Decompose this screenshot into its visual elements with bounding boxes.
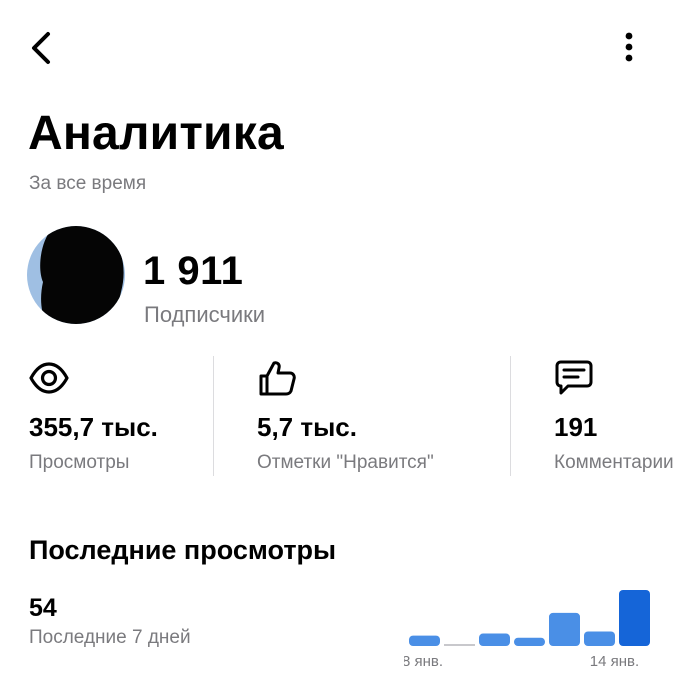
recent-views-value: 54 xyxy=(29,594,57,622)
chart-bar xyxy=(619,590,650,646)
chart-tick-label: 8 янв. xyxy=(404,653,443,670)
stat-divider xyxy=(510,356,511,476)
comments-label: Комментарии xyxy=(554,452,674,473)
likes-label: Отметки "Нравится" xyxy=(257,452,434,473)
views-label: Просмотры xyxy=(29,452,130,473)
vertical-dots-icon xyxy=(625,32,633,62)
chart-bar xyxy=(549,612,580,646)
likes-stat[interactable]: 5,7 тыс. Отметки "Нравится" xyxy=(257,356,507,478)
thumbs-up-icon xyxy=(259,361,296,396)
eye-icon xyxy=(29,362,69,394)
recent-views-title: Последние просмотры xyxy=(29,535,337,565)
comments-stat[interactable]: 191 Комментарии xyxy=(554,356,678,478)
subscribers-count: 1 911 xyxy=(143,249,244,293)
avatar[interactable] xyxy=(27,226,125,324)
chart-bar xyxy=(514,637,545,646)
chart-bar xyxy=(584,631,615,646)
top-bar xyxy=(0,0,678,96)
stat-divider xyxy=(213,356,214,476)
more-options-button[interactable] xyxy=(606,26,654,70)
views-value: 355,7 тыс. xyxy=(29,412,158,442)
comments-value: 191 xyxy=(554,412,598,442)
period-label: За все время xyxy=(29,173,147,194)
recent-views-chart[interactable]: 8 янв. 14 янв. xyxy=(404,580,654,675)
page-title: Аналитика xyxy=(28,107,284,160)
chart-bar xyxy=(409,635,440,646)
chart-bar xyxy=(479,633,510,646)
likes-value: 5,7 тыс. xyxy=(257,412,357,442)
chart-tick-label: 14 янв. xyxy=(590,653,639,670)
chevron-left-icon xyxy=(32,32,50,64)
recent-views-period: Последние 7 дней xyxy=(29,627,191,648)
subscribers-label: Подписчики xyxy=(144,302,266,327)
views-stat[interactable]: 355,7 тыс. Просмотры xyxy=(29,356,209,478)
comment-icon xyxy=(555,360,593,395)
chart-bar xyxy=(444,644,475,646)
back-button[interactable] xyxy=(22,26,62,70)
